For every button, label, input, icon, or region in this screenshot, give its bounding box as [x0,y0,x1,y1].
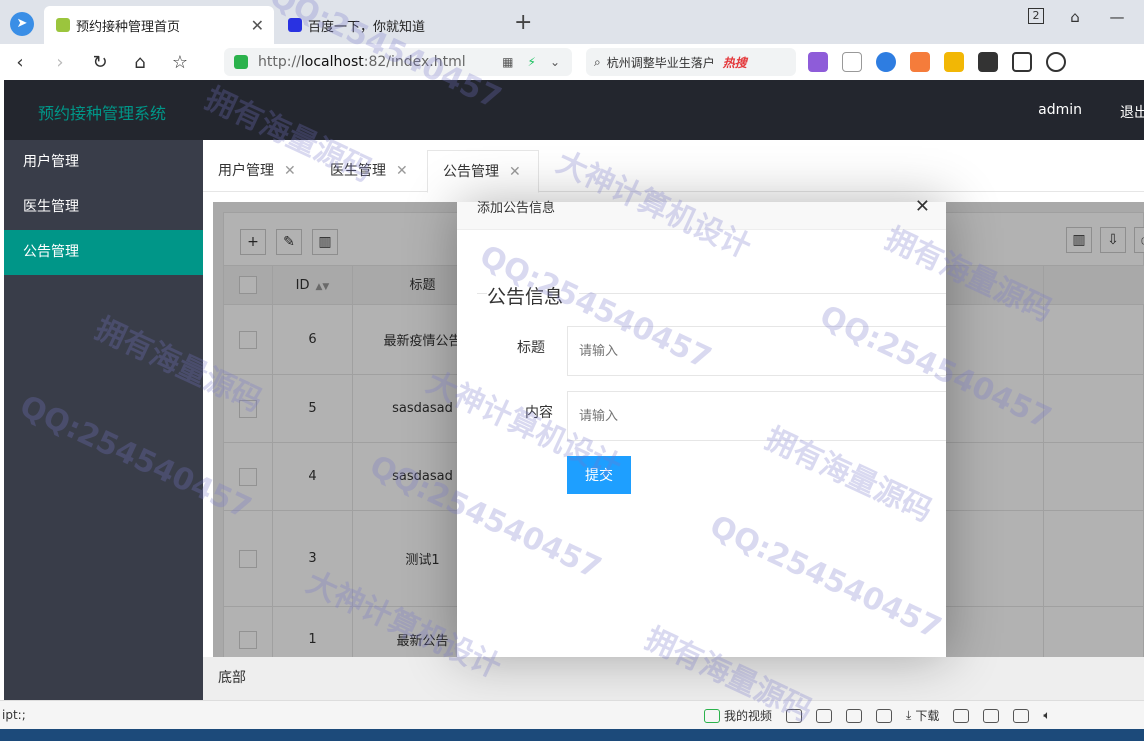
qr-code-icon[interactable]: ▦ [502,55,513,69]
address-bar: ‹ › ↻ ⌂ ☆ http://localhost:82/index.html… [0,44,1144,80]
close-icon[interactable]: ✕ [915,198,930,216]
browser-tab-baidu[interactable]: 百度一下，你就知道 [276,6,506,44]
sidebar: 用户管理 医生管理 公告管理 [4,140,203,700]
sidebar-item-notices[interactable]: 公告管理 [4,230,203,275]
scissors-icon[interactable] [842,52,862,72]
leaf-favicon-icon [56,18,70,32]
content-label: 内容 [525,405,553,421]
extension-icons [808,52,1066,72]
window-icon[interactable] [1013,708,1030,723]
title-label: 标题 [517,340,545,356]
user-menu[interactable]: admin [1038,102,1082,118]
image-icon[interactable] [816,708,833,723]
forward-icon[interactable]: › [40,52,80,73]
sidebar-item-doctors[interactable]: 医生管理 [4,185,203,230]
translate-icon[interactable] [808,52,828,72]
close-icon[interactable]: ✕ [284,163,296,179]
tab-users[interactable]: 用户管理 ✕ [203,150,315,192]
bookmark-star-icon[interactable]: ☆ [160,52,200,73]
submit-button[interactable]: 提交 [567,456,631,494]
dialog-title-bar: 添加公告信息 ✕ [457,198,946,230]
url-text: http://localhost:82/index.html [258,54,466,70]
content-input[interactable] [567,391,946,441]
hot-search-badge: 热搜 [722,55,747,70]
new-tab-button[interactable]: + [514,10,532,35]
rocket-icon[interactable] [876,708,893,723]
browser-tab-title: 百度一下，你就知道 [308,19,426,35]
magnifier-icon[interactable] [876,52,896,72]
logout-link[interactable]: 退出 [1120,102,1144,122]
shield-icon[interactable] [786,708,803,723]
download-icon[interactable]: ⤓ [906,708,911,723]
browser-tab-bar: ➤ 预约接种管理首页 ✕ 百度一下，你就知道 + 2 ⌂ — [0,0,1144,44]
grid-apps-icon[interactable] [1012,52,1032,72]
search-suggestion: 杭州调整毕业生落户 [606,55,715,70]
browser-tab-title: 预约接种管理首页 [76,19,181,35]
tab-doctors[interactable]: 医生管理 ✕ [315,150,427,192]
coupon-icon[interactable] [944,52,964,72]
app-header: 预约接种管理系统 admin 退出 [4,80,1144,140]
browser-tab-active[interactable]: 预约接种管理首页 ✕ [44,6,274,44]
page-footer: 底部 [203,657,1144,700]
sidebar-item-users[interactable]: 用户管理 [4,140,203,185]
window-controls: 2 ⌂ — [1028,8,1144,26]
status-url: ipt:; [2,708,26,722]
lightning-icon[interactable]: ⚡ [528,55,536,69]
fieldset-divider [579,293,946,294]
search-icon: ⌕ [594,54,601,69]
brightness-icon[interactable] [1046,52,1066,72]
add-notice-dialog: 添加公告信息 ✕ 公告信息 标题 内容 提交 [457,198,946,657]
skin-icon[interactable]: ⌂ [1064,8,1086,26]
dialog-title: 添加公告信息 [477,201,556,216]
close-icon[interactable]: ✕ [509,164,521,180]
browser-logo-icon: ➤ [10,12,34,36]
secure-shield-icon [234,55,248,69]
app-logo[interactable]: 预约接种管理系统 [38,100,166,124]
url-field[interactable]: http://localhost:82/index.html ▦ ⚡ ⌄ [224,48,572,76]
volume-icon[interactable]: 🔈︎ [1043,708,1050,723]
os-taskbar [0,729,1144,741]
minimize-icon[interactable]: — [1106,8,1128,26]
chevron-down-icon[interactable]: ⌄ [550,55,560,69]
network-icon[interactable] [953,708,970,723]
reload-icon[interactable]: ↻ [80,52,120,73]
home-icon[interactable]: ⌂ [120,52,160,73]
browser-status-bar: ipt:; 我的视频 ⤓ 下载 🔈︎ [0,700,1144,729]
fieldset-legend: 公告信息 [487,286,564,308]
browser-search-field[interactable]: ⌕ 杭州调整毕业生落户 热搜 [586,48,796,76]
tab-count-badge[interactable]: 2 [1028,8,1044,24]
title-input[interactable] [567,326,946,376]
page-tabs: 用户管理 ✕ 医生管理 ✕ 公告管理 ✕ [203,150,1144,193]
close-tab-icon[interactable]: ✕ [251,16,264,35]
video-icon[interactable] [704,708,720,723]
my-video-link[interactable]: 我的视频 [724,707,772,724]
close-icon[interactable]: ✕ [396,163,408,179]
gamepad-icon[interactable] [910,52,930,72]
back-icon[interactable]: ‹ [0,52,40,73]
tab-notices[interactable]: 公告管理 ✕ [427,150,539,193]
reader-icon[interactable] [978,52,998,72]
baidu-favicon-icon [288,18,302,32]
no-image-icon[interactable] [983,708,1000,723]
heart-rate-icon[interactable] [846,708,863,723]
download-link[interactable]: 下载 [915,707,939,724]
fieldset-divider [477,293,487,294]
